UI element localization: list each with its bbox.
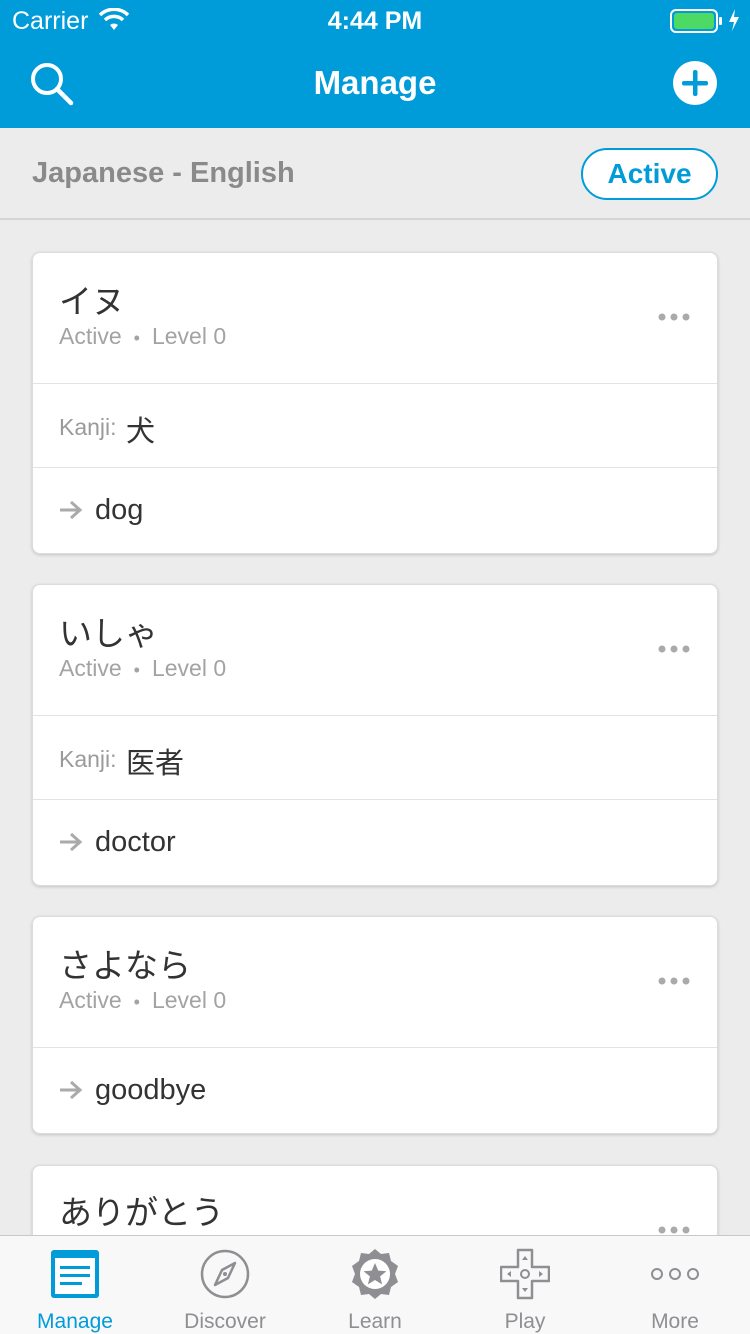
tab-discover[interactable]: Discover xyxy=(150,1236,300,1334)
card-meaning: doctor xyxy=(95,826,176,858)
compass-icon xyxy=(200,1249,250,1299)
star-badge-icon xyxy=(352,1249,398,1299)
card-header: いしゃ Active • Level 0 xyxy=(33,585,717,715)
arrow-right-icon xyxy=(60,832,83,852)
word-card[interactable]: いしゃ Active • Level 0 Kanji: 医者 doctor xyxy=(32,584,718,886)
status-bar: Carrier 4:44 PM xyxy=(0,0,750,40)
card-word: ありがとう xyxy=(59,1194,224,1231)
card-list: イヌ Active • Level 0 Kanji: 犬 dog いしゃ Activ… xyxy=(0,222,750,1235)
tab-label: Manage xyxy=(37,1310,113,1333)
more-dots-icon xyxy=(651,1268,699,1280)
meaning-row: goodbye xyxy=(33,1047,717,1133)
tab-label: More xyxy=(651,1310,699,1333)
card-level: Level 0 xyxy=(151,987,227,1013)
more-options-icon[interactable] xyxy=(657,311,691,323)
card-status: Active xyxy=(59,323,122,349)
kanji-label: Kanji: xyxy=(59,746,117,772)
card-meta: Active • Level 0 xyxy=(59,987,226,1014)
meaning-row: doctor xyxy=(33,799,717,885)
card-status: Active xyxy=(59,655,122,681)
arrow-right-icon xyxy=(60,1080,83,1100)
card-header: ありがとう xyxy=(33,1166,717,1235)
card-meta: Active • Level 0 xyxy=(59,655,226,682)
tab-manage[interactable]: Manage xyxy=(0,1236,150,1334)
card-status: Active xyxy=(59,987,122,1013)
kanji-label: Kanji: xyxy=(59,414,117,440)
kanji-value: 医者 xyxy=(126,748,185,780)
more-options-icon[interactable] xyxy=(657,975,691,987)
more-options-icon[interactable] xyxy=(657,643,691,655)
charging-icon xyxy=(729,9,739,31)
card-header: イヌ Active • Level 0 xyxy=(33,253,717,383)
battery-icon xyxy=(670,9,722,33)
word-card[interactable]: イヌ Active • Level 0 Kanji: 犬 dog xyxy=(32,252,718,554)
tab-more[interactable]: More xyxy=(600,1236,750,1334)
separator-dot: • xyxy=(133,660,140,680)
top-bar: Carrier 4:44 PM Manage xyxy=(0,0,750,128)
tab-bar: Manage Discover Learn Play More xyxy=(0,1235,750,1334)
meaning-row: dog xyxy=(33,467,717,553)
active-filter-button[interactable]: Active xyxy=(581,148,718,200)
card-header: さよなら Active • Level 0 xyxy=(33,917,717,1047)
kanji-value: 犬 xyxy=(126,416,156,448)
separator-dot: • xyxy=(133,328,140,348)
tab-label: Learn xyxy=(348,1310,402,1333)
arrow-right-icon xyxy=(60,500,83,520)
tab-learn[interactable]: Learn xyxy=(300,1236,450,1334)
card-word: イヌ xyxy=(59,283,125,320)
more-options-icon[interactable] xyxy=(657,1224,691,1235)
card-word: いしゃ xyxy=(59,615,158,652)
card-meaning: dog xyxy=(95,494,144,526)
deck-title: Japanese - English xyxy=(32,157,295,189)
tab-label: Play xyxy=(504,1310,546,1333)
card-meaning: goodbye xyxy=(95,1074,207,1106)
manage-icon xyxy=(51,1250,99,1298)
card-meta: Active • Level 0 xyxy=(59,323,226,350)
tab-label: Discover xyxy=(184,1310,266,1333)
card-word: さよなら xyxy=(59,947,191,984)
kanji-row: Kanji: 犬 xyxy=(33,383,717,467)
card-level: Level 0 xyxy=(151,323,227,349)
tab-play[interactable]: Play xyxy=(450,1236,600,1334)
word-card[interactable]: さよなら Active • Level 0 goodbye xyxy=(32,916,718,1134)
add-icon[interactable] xyxy=(672,60,718,106)
deck-header: Japanese - English Active xyxy=(0,128,750,220)
separator-dot: • xyxy=(133,992,140,1012)
word-card[interactable]: ありがとう xyxy=(32,1165,718,1235)
gamepad-icon xyxy=(500,1248,550,1300)
status-time: 4:44 PM xyxy=(327,7,423,35)
kanji-row: Kanji: 医者 xyxy=(33,715,717,799)
page-title: Manage xyxy=(313,64,437,101)
card-level: Level 0 xyxy=(151,655,227,681)
